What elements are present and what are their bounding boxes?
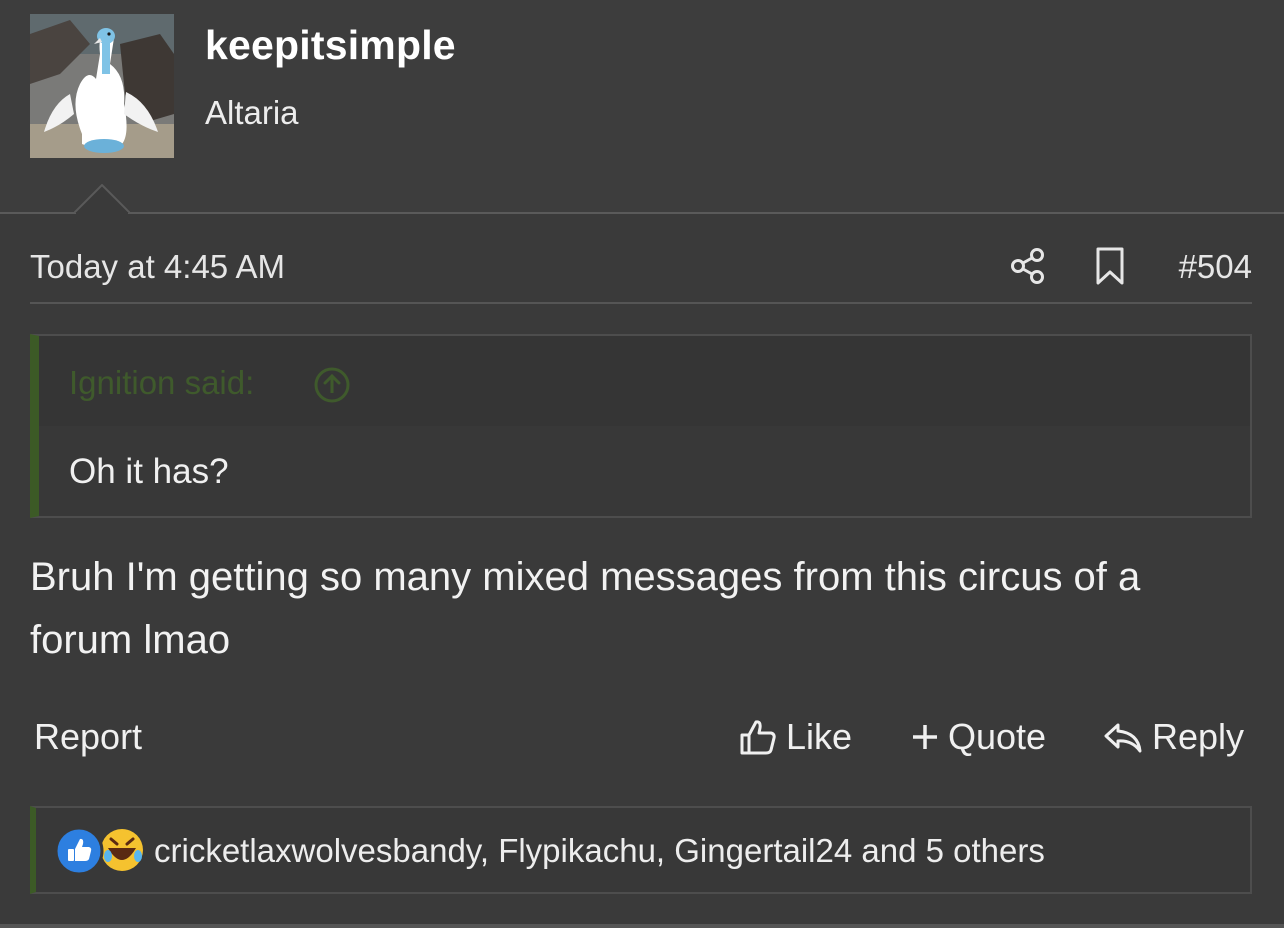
divider <box>0 924 1284 928</box>
forum-post: keepitsimple Altaria Today at 4:45 AM #5… <box>0 0 1284 928</box>
quote-header: Ignition said: <box>39 336 1250 426</box>
altaria-avatar-icon <box>30 14 174 158</box>
like-reaction-icon <box>54 826 104 876</box>
reply-label: Reply <box>1152 716 1245 757</box>
reaction-icons <box>54 826 143 876</box>
reply-button[interactable]: Reply <box>1102 716 1244 758</box>
quote-block: Ignition said: Oh it has? <box>30 334 1252 518</box>
post-meta: Today at 4:45 AM #504 <box>30 240 1252 304</box>
reply-arrow-icon <box>1104 723 1142 753</box>
reaction-users-list[interactable]: cricketlaxwolvesbandy, Flypikachu, Ginge… <box>154 832 1045 870</box>
like-label: Like <box>786 716 853 757</box>
quote-text: Oh it has? <box>69 452 229 491</box>
user-header: keepitsimple Altaria <box>0 0 1284 214</box>
post-number-link[interactable]: #504 <box>1179 248 1252 286</box>
quote-author[interactable]: Ignition said: <box>69 364 254 402</box>
thumbs-up-icon <box>740 720 776 755</box>
haha-reaction-icon <box>101 829 143 871</box>
post-message: Bruh I'm getting so many mixed messages … <box>30 555 1141 662</box>
quote-button[interactable]: Quote <box>910 716 1046 758</box>
like-button[interactable]: Like <box>738 716 852 758</box>
quote-label: Quote <box>948 716 1047 757</box>
reactions-bar: cricketlaxwolvesbandy, Flypikachu, Ginge… <box>30 806 1252 894</box>
header-pointer-caret <box>74 184 130 214</box>
user-title: Altaria <box>205 94 299 131</box>
bookmark-icon[interactable] <box>1092 246 1128 286</box>
report-button[interactable]: Report <box>34 716 142 758</box>
arrow-up-circle-icon[interactable] <box>313 366 351 404</box>
avatar[interactable] <box>30 14 174 158</box>
share-icon[interactable] <box>1008 246 1048 286</box>
post-timestamp[interactable]: Today at 4:45 AM <box>30 248 285 286</box>
plus-icon <box>913 725 937 749</box>
username[interactable]: keepitsimple <box>205 22 456 69</box>
